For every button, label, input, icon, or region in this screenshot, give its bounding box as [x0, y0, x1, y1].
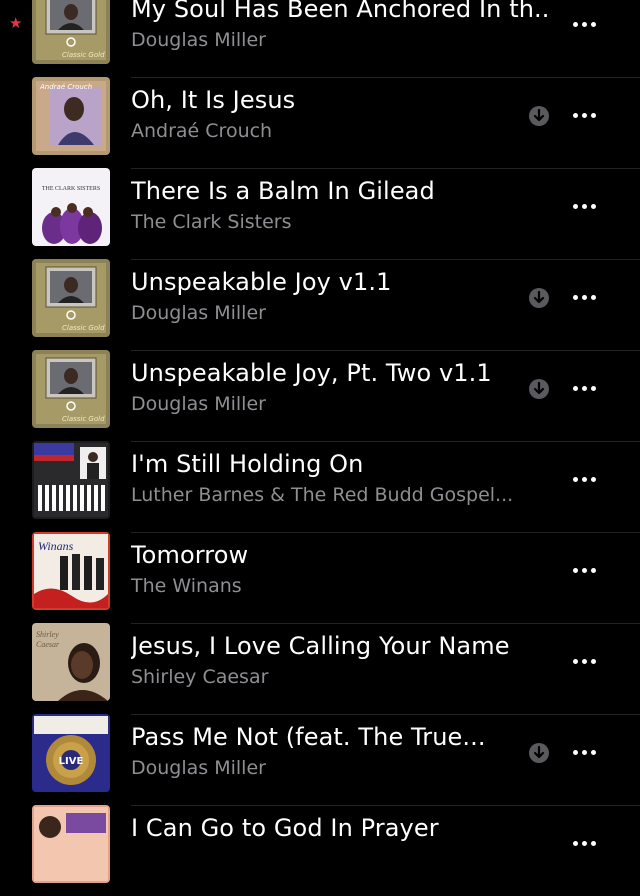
album-art: LIVE — [32, 714, 110, 792]
svg-text:LIVE: LIVE — [59, 756, 84, 767]
song-artist: The Clark Sisters — [131, 211, 292, 233]
song-artist: Andraé Crouch — [131, 120, 273, 142]
more-icon[interactable] — [566, 829, 602, 857]
song-row[interactable]: THE CLARK SISTERS There Is a Balm In Gil… — [0, 168, 640, 260]
song-row[interactable]: I'm Still Holding On Luther Barnes & The… — [0, 441, 640, 533]
song-artist: Douglas Miller — [131, 302, 266, 324]
song-row[interactable]: LIVE Pass Me Not (feat. The True... Doug… — [0, 714, 640, 806]
album-art: Classic Gold — [32, 259, 110, 337]
more-icon[interactable] — [566, 283, 602, 311]
song-artist: Douglas Miller — [131, 757, 266, 779]
album-art: Winans — [32, 532, 110, 610]
download-icon[interactable] — [528, 378, 550, 400]
more-icon[interactable] — [566, 192, 602, 220]
album-art: Shirley Caesar — [32, 623, 110, 701]
song-artist: The Winans — [131, 575, 242, 597]
more-icon[interactable] — [566, 101, 602, 129]
star-icon: ★ — [9, 14, 23, 32]
svg-text:Andraé Crouch: Andraé Crouch — [39, 83, 92, 91]
more-icon[interactable] — [566, 465, 602, 493]
song-title: Tomorrow — [131, 541, 249, 569]
song-title: I Can Go to God In Prayer — [131, 814, 439, 842]
download-icon[interactable] — [528, 742, 550, 764]
song-artist: Luther Barnes & The Red Budd Gospel... — [131, 484, 514, 506]
download-icon[interactable] — [528, 287, 550, 309]
more-icon[interactable] — [566, 374, 602, 402]
download-icon[interactable] — [528, 105, 550, 127]
song-title: I'm Still Holding On — [131, 450, 364, 478]
more-icon[interactable] — [566, 556, 602, 584]
song-row[interactable]: Classic Gold Unspeakable Joy, Pt. Two v1… — [0, 350, 640, 442]
more-icon[interactable] — [566, 10, 602, 38]
svg-text:Classic Gold: Classic Gold — [62, 324, 105, 332]
song-row[interactable]: Classic Gold Unspeakable Joy v1.1 Dougla… — [0, 259, 640, 351]
song-title: My Soul Has Been Anchored In th... — [131, 0, 551, 23]
song-title: There Is a Balm In Gilead — [131, 177, 435, 205]
album-art: THE CLARK SISTERS — [32, 168, 110, 246]
album-art: Andraé Crouch — [32, 77, 110, 155]
song-title: Pass Me Not (feat. The True... — [131, 723, 486, 751]
svg-text:Winans: Winans — [38, 539, 74, 553]
song-title: Unspeakable Joy v1.1 — [131, 268, 392, 296]
song-title: Jesus, I Love Calling Your Name — [131, 632, 510, 660]
svg-text:Classic Gold: Classic Gold — [62, 51, 105, 59]
svg-text:Classic Gold: Classic Gold — [62, 415, 105, 423]
more-icon[interactable] — [566, 647, 602, 675]
album-art — [32, 805, 110, 883]
song-artist: Douglas Miller — [131, 393, 266, 415]
song-row[interactable]: Andraé Crouch Oh, It Is Jesus Andraé Cro… — [0, 77, 640, 169]
album-art — [32, 441, 110, 519]
svg-text:Shirley: Shirley — [36, 630, 59, 639]
song-row[interactable]: ★ Classic Gold My Soul Has Been Anchored… — [0, 0, 640, 78]
song-row[interactable]: I Can Go to God In Prayer — [0, 805, 640, 896]
svg-text:Caesar: Caesar — [36, 640, 60, 649]
song-row[interactable]: Shirley Caesar Jesus, I Love Calling You… — [0, 623, 640, 715]
album-art: Classic Gold — [32, 350, 110, 428]
svg-text:THE CLARK SISTERS: THE CLARK SISTERS — [42, 186, 100, 192]
more-icon[interactable] — [566, 738, 602, 766]
song-title: Oh, It Is Jesus — [131, 86, 296, 114]
song-artist: Shirley Caesar — [131, 666, 269, 688]
song-artist: Douglas Miller — [131, 29, 266, 51]
album-art: Classic Gold — [32, 0, 110, 64]
song-title: Unspeakable Joy, Pt. Two v1.1 — [131, 359, 492, 387]
song-row[interactable]: Winans Tomorrow The Winans — [0, 532, 640, 624]
